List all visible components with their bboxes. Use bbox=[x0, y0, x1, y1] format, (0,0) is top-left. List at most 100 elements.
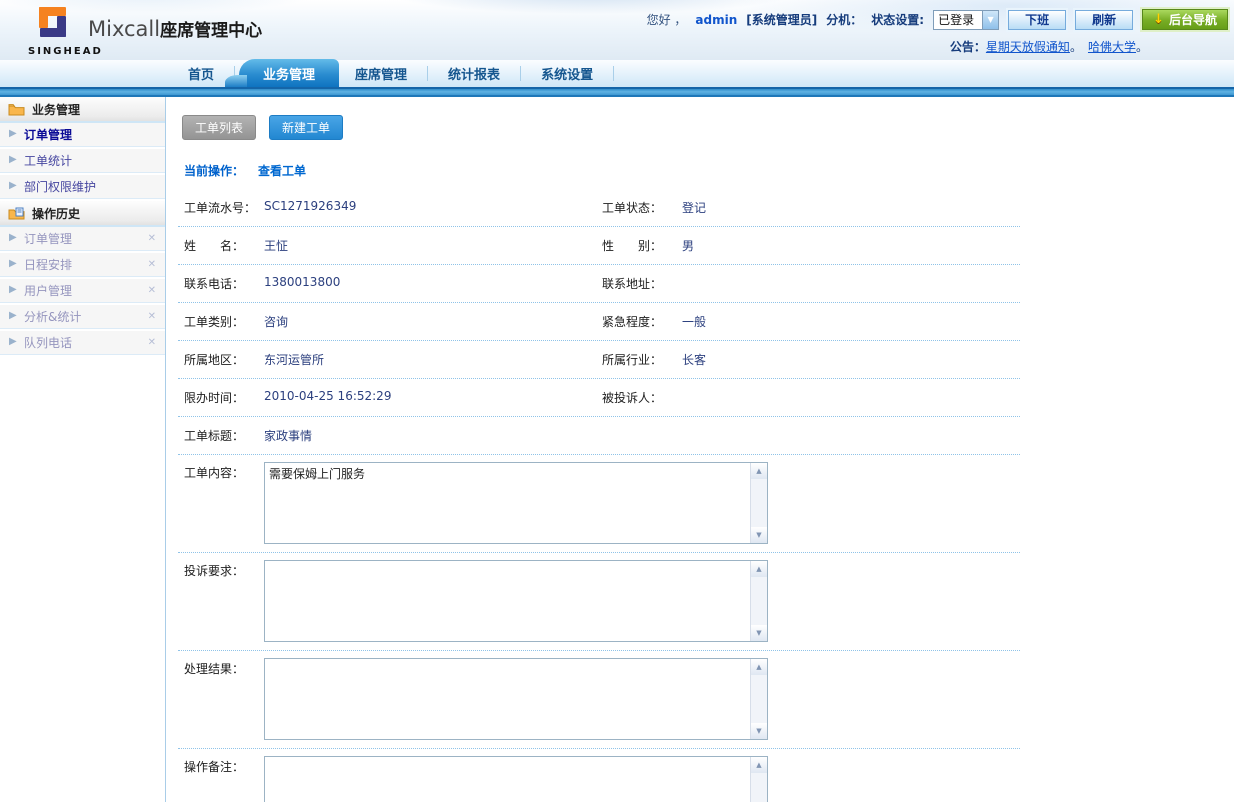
sidebar-section-history[interactable]: 操作历史 bbox=[0, 201, 165, 227]
sidebar-item-label: 订单管理 bbox=[24, 230, 72, 247]
tab-agent-management[interactable]: 座席管理 bbox=[339, 59, 423, 87]
form-row-handling-result: 处理结果： ▲ ▼ bbox=[178, 651, 1020, 749]
field-label-operation-note: 操作备注： bbox=[184, 756, 264, 802]
singhead-logo-icon bbox=[28, 3, 76, 45]
main-content: 工单列表 新建工单 当前操作：查看工单 工单流水号：SC1271926349 工… bbox=[166, 97, 1234, 802]
notice-link-1[interactable]: 星期天放假通知 bbox=[986, 40, 1070, 54]
bullet-icon: ▶ bbox=[9, 232, 17, 243]
close-icon[interactable]: ✕ bbox=[148, 311, 156, 322]
tab-statistics-report[interactable]: 统计报表 bbox=[432, 59, 516, 87]
refresh-button[interactable]: 刷新 bbox=[1075, 10, 1133, 30]
notice-link-2[interactable]: 哈佛大学 bbox=[1088, 40, 1136, 54]
form-row-phone-address: 联系电话：1380013800 联系地址： bbox=[178, 265, 1020, 303]
close-icon[interactable]: ✕ bbox=[148, 259, 156, 270]
main-nav: 首页 业务管理 座席管理 统计报表 系统设置 bbox=[0, 60, 1234, 87]
bullet-icon: ▶ bbox=[9, 284, 17, 295]
sidebar-item-label: 分析&统计 bbox=[24, 308, 81, 325]
form-row-serial-status: 工单流水号：SC1271926349 工单状态：登记 bbox=[178, 189, 1020, 227]
field-label-title: 工单标题： bbox=[184, 427, 264, 444]
sidebar-section-title: 操作历史 bbox=[32, 205, 80, 222]
form-row-deadline-complainee: 限办时间：2010-04-25 16:52:29 被投诉人： bbox=[178, 379, 1020, 417]
bullet-icon: ▶ bbox=[9, 154, 17, 165]
sidebar-item-department-permission[interactable]: ▶ 部门权限维护 bbox=[0, 175, 165, 199]
status-setting-label: 状态设置: bbox=[871, 11, 924, 28]
field-label-content: 工单内容： bbox=[184, 462, 264, 544]
close-icon[interactable]: ✕ bbox=[148, 233, 156, 244]
sidebar-item-label: 订单管理 bbox=[24, 126, 72, 143]
bullet-icon: ▶ bbox=[9, 128, 17, 139]
scrollbar[interactable]: ▲ ▼ bbox=[750, 659, 767, 739]
scroll-down-icon[interactable]: ▼ bbox=[751, 723, 767, 739]
content-textarea[interactable]: 需要保姆上门服务 bbox=[265, 463, 750, 543]
field-label-handling-result: 处理结果： bbox=[184, 658, 264, 740]
field-label-industry: 所属行业： bbox=[602, 351, 682, 368]
sidebar-section-business[interactable]: 业务管理 bbox=[0, 97, 165, 123]
sidebar-history-queue-calls[interactable]: ▶ 队列电话 ✕ bbox=[0, 331, 165, 355]
tab-business-management[interactable]: 业务管理 bbox=[239, 59, 339, 87]
off-duty-button[interactable]: 下班 bbox=[1008, 10, 1066, 30]
sidebar-item-order-management[interactable]: ▶ 订单管理 bbox=[0, 123, 165, 147]
sidebar-item-label: 工单统计 bbox=[24, 152, 72, 169]
sidebar: 业务管理 ▶ 订单管理 ▶ 工单统计 ▶ 部门权限维护 操作历史 ▶ 订单管理 bbox=[0, 97, 166, 802]
page-title: Mixcall座席管理中心 bbox=[88, 16, 262, 41]
sidebar-history-order-management[interactable]: ▶ 订单管理 ✕ bbox=[0, 227, 165, 251]
field-label-urgency: 紧急程度： bbox=[602, 313, 682, 330]
handling-result-textarea-frame: ▲ ▼ bbox=[264, 658, 768, 740]
field-value-industry: 长客 bbox=[682, 351, 706, 368]
current-operation-value: 查看工单 bbox=[258, 164, 306, 178]
sidebar-history-analysis-statistics[interactable]: ▶ 分析&统计 ✕ bbox=[0, 305, 165, 329]
scroll-down-icon[interactable]: ▼ bbox=[751, 625, 767, 641]
new-ticket-button[interactable]: 新建工单 bbox=[269, 115, 343, 140]
field-value-name: 王怔 bbox=[264, 237, 288, 254]
brand-subtitle: 座席管理中心 bbox=[160, 21, 262, 41]
scroll-up-icon[interactable]: ▲ bbox=[751, 561, 767, 577]
tab-system-settings[interactable]: 系统设置 bbox=[525, 59, 609, 87]
scrollbar[interactable]: ▲ ▼ bbox=[750, 561, 767, 641]
form-row-region-industry: 所属地区：东河运管所 所属行业：长客 bbox=[178, 341, 1020, 379]
nav-divider-bar bbox=[0, 87, 1234, 97]
operation-note-textarea[interactable] bbox=[265, 757, 750, 802]
extension-label: 分机： bbox=[826, 11, 862, 28]
complaint-request-textarea[interactable] bbox=[265, 561, 750, 641]
field-label-name: 姓 名： bbox=[184, 237, 264, 254]
handling-result-textarea[interactable] bbox=[265, 659, 750, 739]
sidebar-item-ticket-statistics[interactable]: ▶ 工单统计 bbox=[0, 149, 165, 173]
bullet-icon: ▶ bbox=[9, 180, 17, 191]
scrollbar[interactable]: ▲ ▼ bbox=[750, 463, 767, 543]
sidebar-history-schedule[interactable]: ▶ 日程安排 ✕ bbox=[0, 253, 165, 277]
form-row-name-gender: 姓 名：王怔 性 别：男 bbox=[178, 227, 1020, 265]
sidebar-history-user-management[interactable]: ▶ 用户管理 ✕ bbox=[0, 279, 165, 303]
field-value-urgency: 一般 bbox=[682, 313, 706, 330]
greeting-text: 您好 ， bbox=[647, 11, 687, 28]
user-role: [系统管理员] bbox=[746, 11, 817, 28]
close-icon[interactable]: ✕ bbox=[148, 337, 156, 348]
status-select[interactable]: 已登录 ▼ bbox=[933, 10, 999, 30]
scroll-up-icon[interactable]: ▲ bbox=[751, 757, 767, 773]
backend-nav-button[interactable]: ↓ 后台导航 bbox=[1142, 9, 1228, 30]
scroll-up-icon[interactable]: ▲ bbox=[751, 463, 767, 479]
scrollbar[interactable]: ▲ ▼ bbox=[750, 757, 767, 802]
scroll-up-icon[interactable]: ▲ bbox=[751, 659, 767, 675]
tab-separator bbox=[427, 66, 428, 81]
content-textarea-frame: 需要保姆上门服务 ▲ ▼ bbox=[264, 462, 768, 544]
scroll-down-icon[interactable]: ▼ bbox=[751, 527, 767, 543]
tab-home[interactable]: 首页 bbox=[172, 59, 230, 87]
sidebar-item-label: 队列电话 bbox=[24, 334, 72, 351]
username: admin bbox=[695, 13, 737, 27]
ticket-toolbar: 工单列表 新建工单 bbox=[182, 115, 1234, 140]
logo-text: SINGHEAD bbox=[28, 46, 103, 57]
notice-label: 公告： bbox=[950, 40, 986, 54]
field-label-gender: 性 别： bbox=[602, 237, 682, 254]
field-value-region: 东河运管所 bbox=[264, 351, 324, 368]
status-select-value: 已登录 bbox=[934, 11, 982, 29]
field-label-phone: 联系电话： bbox=[184, 275, 264, 292]
sidebar-item-label: 日程安排 bbox=[24, 256, 72, 273]
backend-nav-label: 后台导航 bbox=[1169, 11, 1217, 28]
close-icon[interactable]: ✕ bbox=[148, 285, 156, 296]
chevron-down-icon[interactable]: ▼ bbox=[982, 11, 998, 29]
field-value-phone: 1380013800 bbox=[264, 275, 340, 292]
field-label-complaint-request: 投诉要求： bbox=[184, 560, 264, 642]
form-row-complaint-request: 投诉要求： ▲ ▼ bbox=[178, 553, 1020, 651]
ticket-form: 工单流水号：SC1271926349 工单状态：登记 姓 名：王怔 性 别：男 … bbox=[178, 189, 1020, 802]
ticket-list-button[interactable]: 工单列表 bbox=[182, 115, 256, 140]
